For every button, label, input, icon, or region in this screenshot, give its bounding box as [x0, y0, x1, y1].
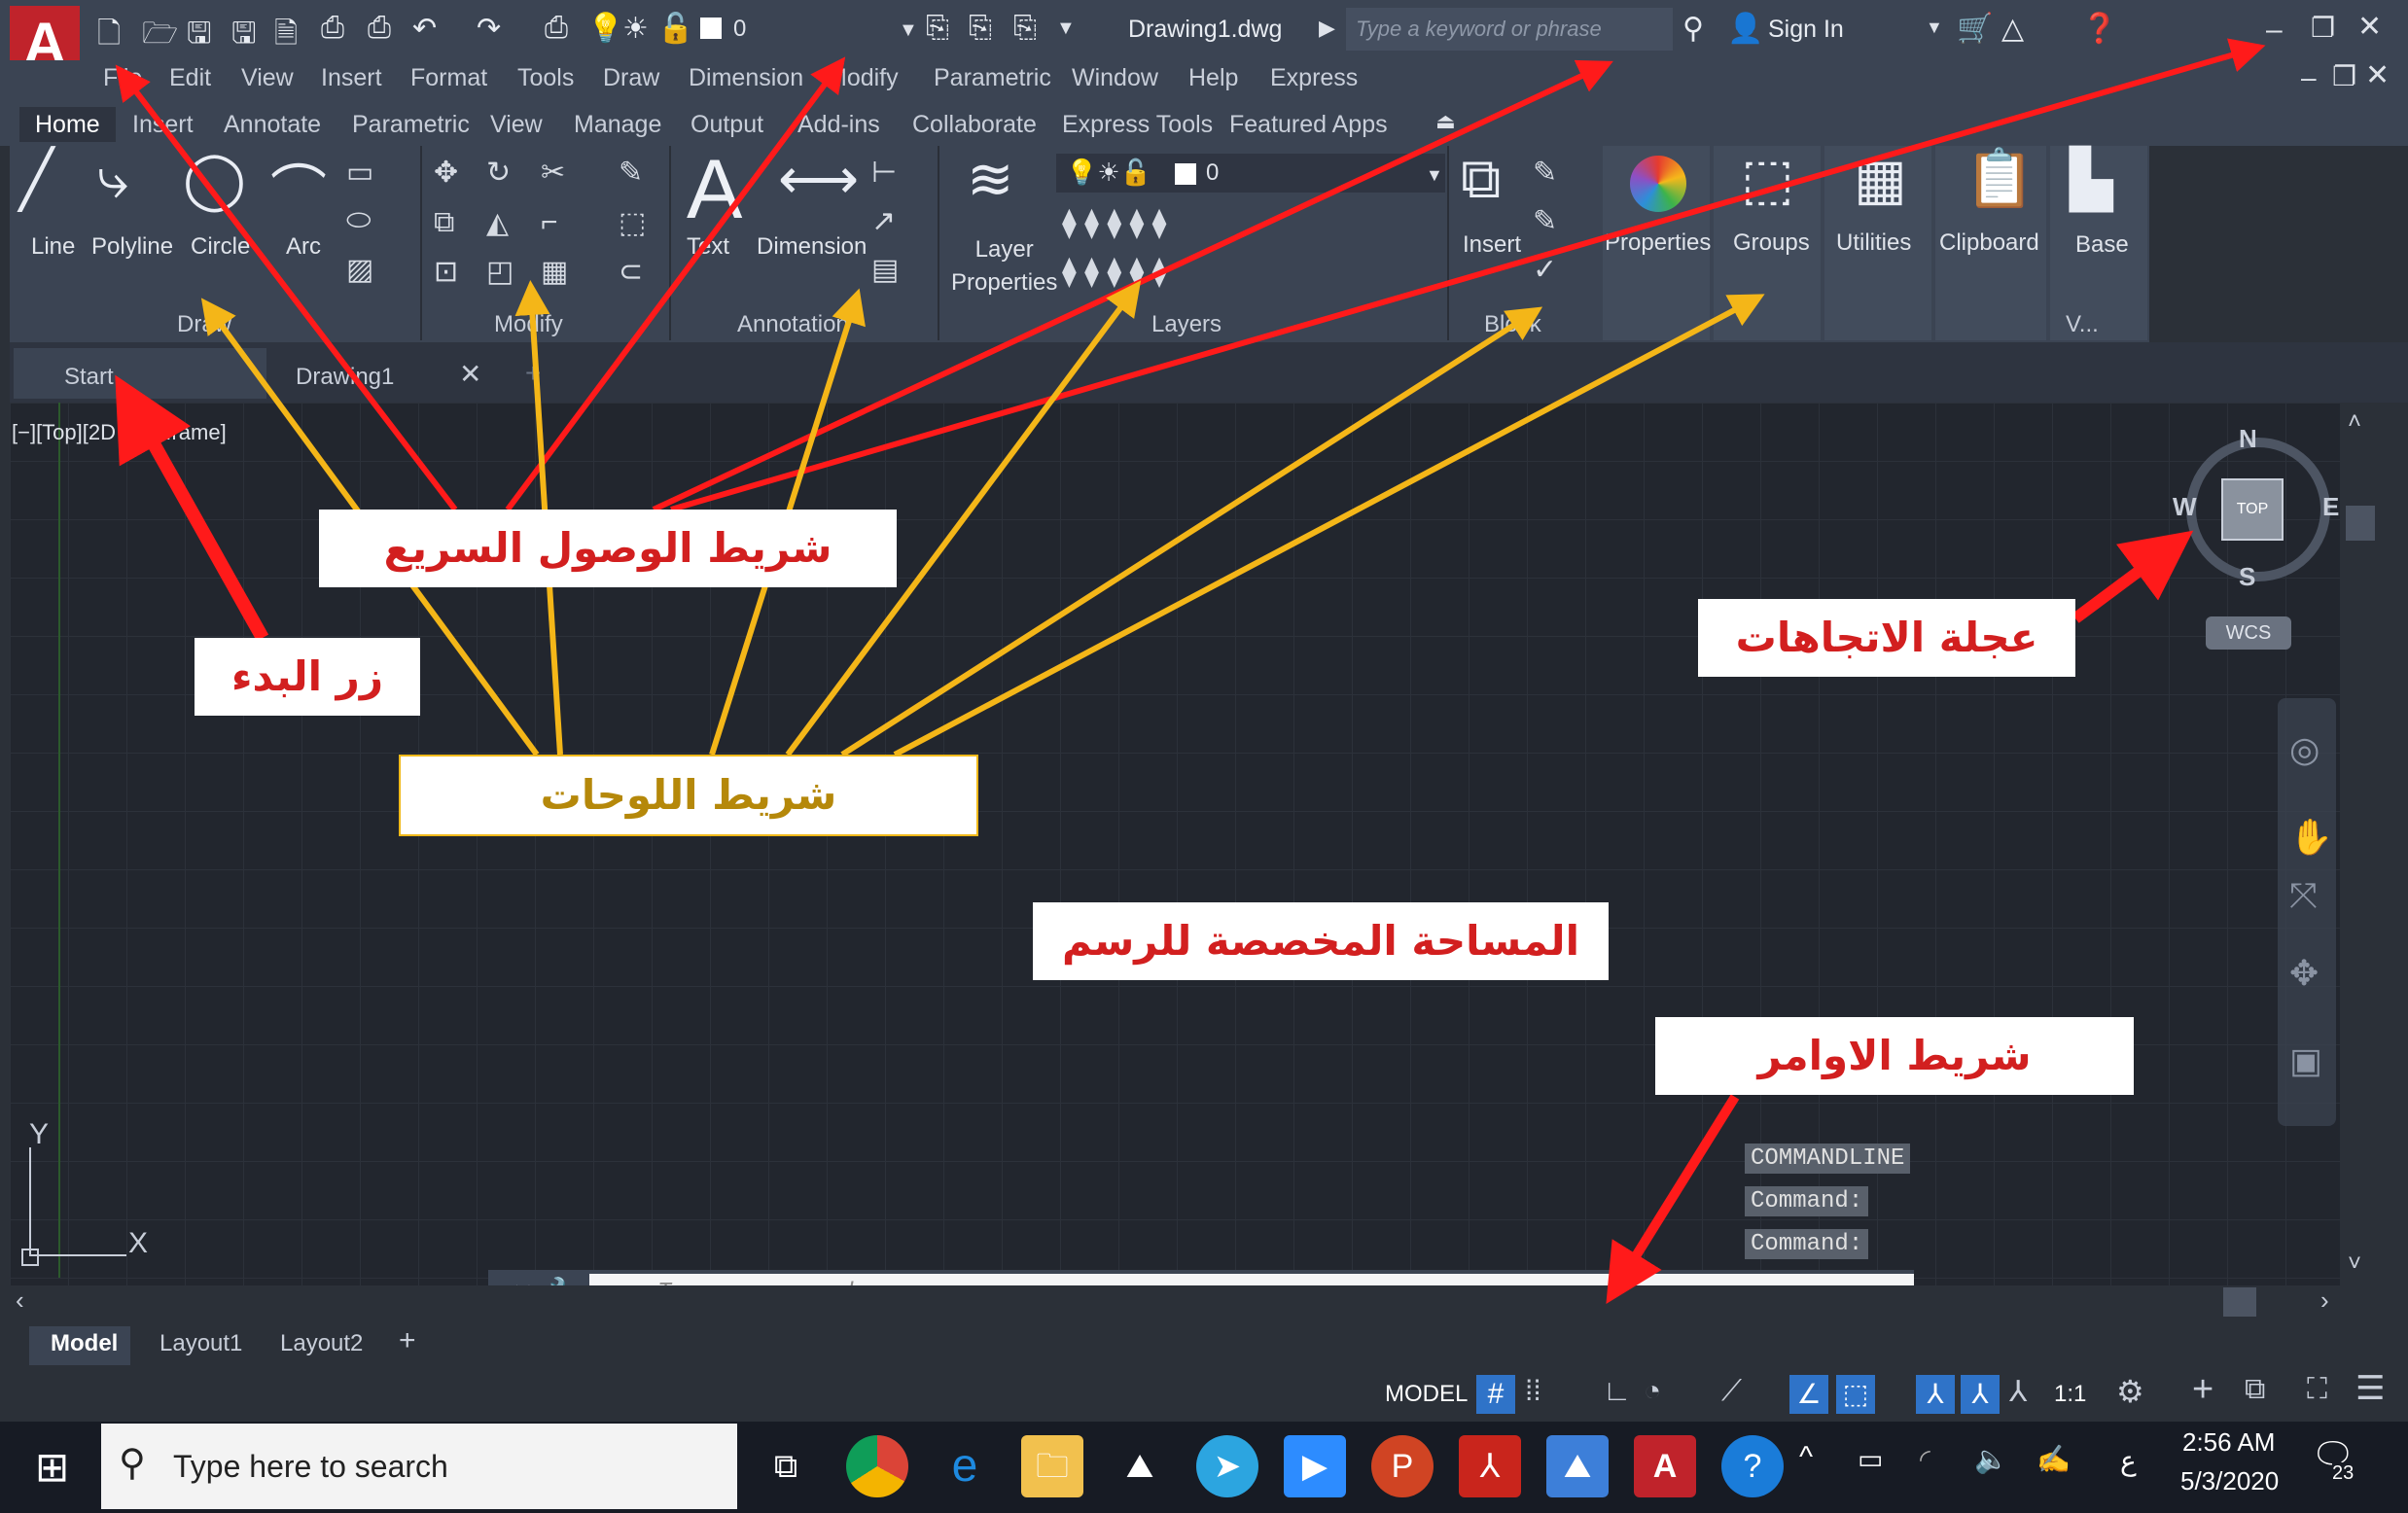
- red-arrow: [505, 56, 846, 511]
- drawing-area-annotation: المساحة المخصصة للرسم: [1033, 902, 1609, 980]
- yellow-arrow: [840, 306, 1543, 757]
- red-arrow: [115, 374, 269, 642]
- red-arrow: [652, 59, 1613, 512]
- red-arrow: [670, 38, 2266, 512]
- red-arrow: [1606, 1094, 1740, 1304]
- command-bar-annotation: شريط الاوامر: [1655, 1017, 2134, 1095]
- viewcube-annotation: عجلة الاتجاهات: [1698, 599, 2075, 677]
- red-arrow: [115, 64, 458, 511]
- red-arrow: [2072, 530, 2194, 623]
- quick-access-annotation: شريط الوصول السريع: [319, 510, 897, 587]
- yellow-arrow: [893, 294, 1765, 757]
- start-button-annotation: زر البدء: [195, 638, 420, 716]
- panels-bar-annotation: شريط اللوحات: [399, 755, 978, 836]
- annotation-arrows: [115, 38, 2266, 1304]
